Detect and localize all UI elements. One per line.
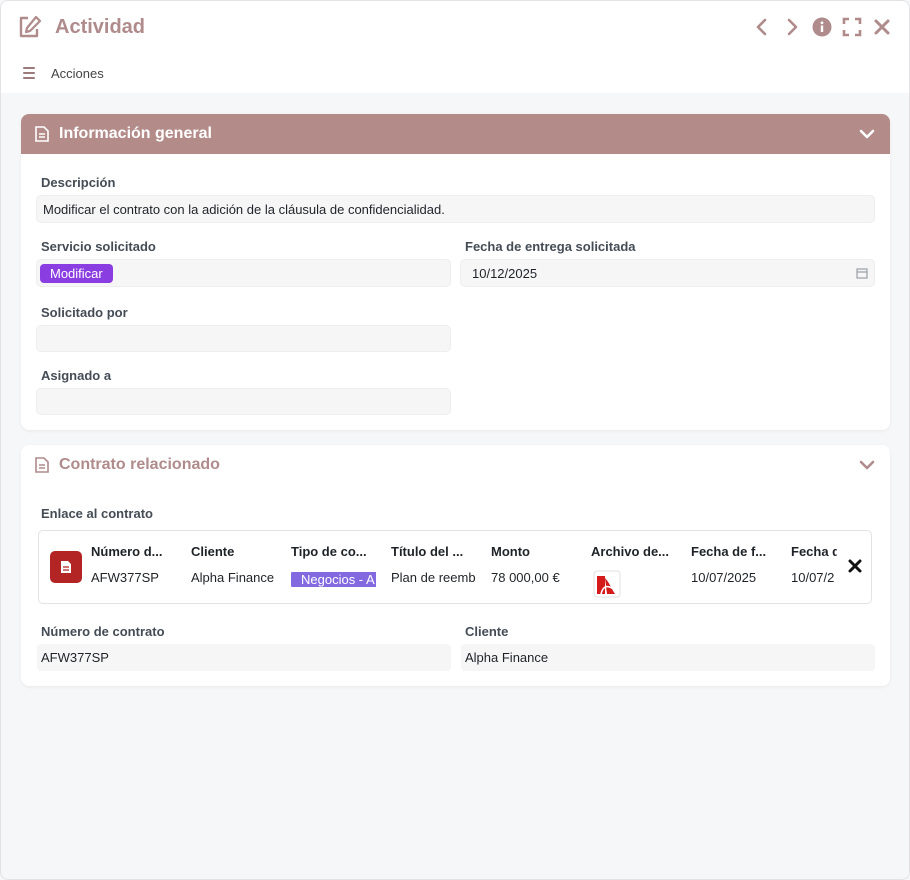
fullscreen-icon[interactable]	[841, 16, 863, 38]
column-header: Archivo de...	[591, 544, 670, 559]
general-info-header[interactable]: Información general	[21, 114, 890, 154]
contract-number-field: AFW377SP	[37, 644, 451, 671]
column-header: Número d...	[91, 544, 163, 559]
general-info-title: Información general	[59, 125, 212, 142]
document-icon	[50, 551, 82, 583]
column-header: Fecha d	[791, 544, 837, 559]
window-controls	[751, 16, 893, 38]
related-contract-card: Contrato relacionado Enlace al contrato …	[21, 445, 890, 686]
column-value: Plan de reemb	[391, 570, 476, 585]
column-header: Título del ...	[391, 544, 464, 559]
menu-icon[interactable]	[23, 67, 35, 79]
col-date-extra: Fecha d 10/07/2	[791, 531, 837, 605]
col-contract-title: Título del ... Plan de reemb	[391, 531, 477, 605]
client-value: Alpha Finance	[465, 650, 549, 665]
related-contract-title: Contrato relacionado	[59, 456, 220, 473]
service-chip[interactable]: Modificar	[40, 263, 113, 283]
contract-link-row[interactable]: Número d... AFW377SP Cliente Alpha Finan…	[38, 530, 872, 604]
column-value: Alpha Finance	[191, 570, 275, 585]
general-info-card: Información general Descripción Modifica…	[21, 114, 890, 430]
activity-window: Actividad Acciones Información general D…	[0, 0, 910, 880]
assigned-to-label: Asignado a	[41, 368, 112, 383]
document-icon	[35, 126, 51, 142]
window-title: Actividad	[55, 15, 146, 38]
calendar-icon[interactable]	[856, 267, 868, 279]
col-amount: Monto 78 000,00 €	[491, 531, 581, 605]
delivery-date-field[interactable]: 10/12/2025	[460, 259, 875, 287]
info-icon[interactable]	[811, 16, 833, 38]
document-icon	[35, 457, 51, 473]
col-contract-type: Tipo de co... Negocios - A	[291, 531, 376, 605]
column-header: Tipo de co...	[291, 544, 367, 559]
chevron-right-icon[interactable]	[781, 16, 803, 38]
column-header: Cliente	[191, 544, 235, 559]
actions-menu-label[interactable]: Acciones	[51, 66, 104, 81]
requested-by-field[interactable]	[36, 325, 451, 352]
assigned-to-field[interactable]	[36, 388, 451, 415]
col-client: Cliente Alpha Finance	[191, 531, 286, 605]
service-label: Servicio solicitado	[41, 239, 156, 254]
contract-type-tag[interactable]: Negocios - A	[291, 572, 376, 587]
client-label: Cliente	[465, 624, 509, 639]
description-label: Descripción	[41, 175, 116, 190]
pdf-icon[interactable]	[593, 570, 621, 601]
col-contract-number: Número d... AFW377SP	[91, 531, 173, 605]
close-icon[interactable]	[871, 16, 893, 38]
delivery-date-label: Fecha de entrega solicitada	[465, 239, 636, 254]
column-value: 10/07/2	[791, 570, 835, 585]
edit-icon	[17, 14, 43, 40]
title-bar: Actividad	[1, 1, 909, 53]
column-value: 78 000,00 €	[491, 570, 560, 585]
col-signature-date: Fecha de f... 10/07/2025	[691, 531, 776, 605]
service-field[interactable]: Modificar	[36, 259, 451, 287]
related-contract-header[interactable]: Contrato relacionado	[21, 445, 890, 485]
chevron-down-icon[interactable]	[858, 125, 876, 143]
chevron-left-icon[interactable]	[751, 16, 773, 38]
remove-icon[interactable]	[847, 558, 863, 574]
column-header: Fecha de f...	[691, 544, 767, 559]
column-value: AFW377SP	[91, 570, 159, 585]
description-field[interactable]: Modificar el contrato con la adición de …	[36, 195, 875, 223]
description-value: Modificar el contrato con la adición de …	[43, 201, 445, 217]
contract-link-label: Enlace al contrato	[41, 506, 153, 521]
col-file: Archivo de...	[591, 531, 673, 605]
delivery-date-value: 10/12/2025	[472, 265, 538, 281]
contract-number-label: Número de contrato	[41, 624, 165, 639]
chevron-down-icon[interactable]	[858, 456, 876, 474]
client-field: Alpha Finance	[461, 644, 875, 671]
actions-bar: Acciones	[1, 53, 909, 93]
contract-number-value: AFW377SP	[41, 650, 109, 665]
requested-by-label: Solicitado por	[41, 305, 128, 320]
column-header: Monto	[491, 544, 530, 559]
column-value: 10/07/2025	[691, 570, 757, 585]
